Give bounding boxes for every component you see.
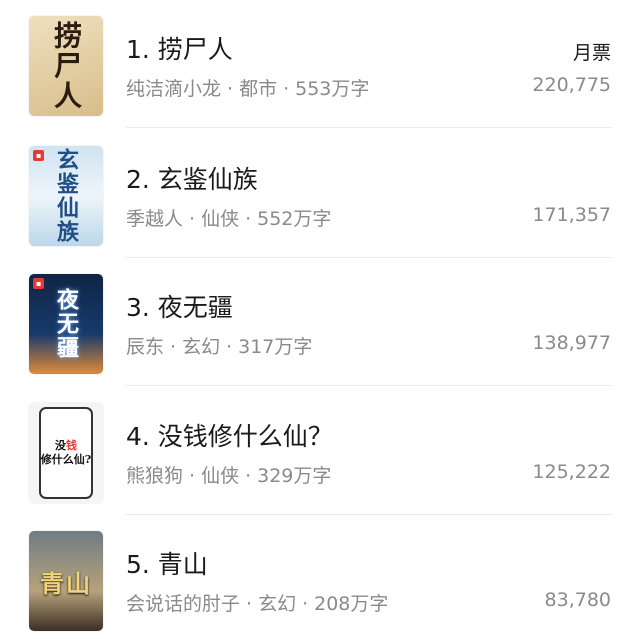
- monthly-ticket-column-label: 月票: [572, 42, 611, 64]
- cover-title-part: 钱: [65, 439, 77, 452]
- cover-badge: ▪: [33, 150, 45, 161]
- list-item[interactable]: ▪ 夜无疆 3. 夜无疆 辰东 · 玄幻 · 317万字 138,977: [0, 258, 640, 386]
- author-name: 辰东: [126, 336, 165, 358]
- separator: ·: [189, 208, 196, 230]
- book-cover[interactable]: ▪ 玄鉴仙族: [29, 146, 103, 246]
- word-count: 552万字: [257, 208, 332, 230]
- word-count: 553万字: [295, 78, 370, 100]
- cover-badge: ▪: [33, 278, 45, 289]
- list-item[interactable]: ▪ 玄鉴仙族 2. 玄鉴仙族 季越人 · 仙侠 · 552万字 171,357: [0, 130, 640, 258]
- genre: 玄幻: [258, 593, 297, 615]
- genre: 玄幻: [182, 336, 221, 358]
- book-title[interactable]: 2. 玄鉴仙族: [126, 160, 258, 196]
- separator: ·: [170, 336, 177, 358]
- author-name: 会说话的肘子: [126, 593, 241, 615]
- book-meta: 季越人 · 仙侠 · 552万字: [126, 204, 331, 231]
- cover-title: 捞尸人: [50, 21, 83, 111]
- genre: 都市: [239, 78, 278, 100]
- word-count: 317万字: [238, 336, 313, 358]
- list-item[interactable]: 青山 5. 青山 会说话的肘子 · 玄幻 · 208万字 83,780: [0, 515, 640, 639]
- monthly-ticket-count: 138,977: [532, 332, 611, 354]
- separator: ·: [226, 336, 233, 358]
- word-count: 329万字: [257, 465, 332, 487]
- divider: [126, 385, 612, 386]
- divider: [126, 127, 612, 128]
- cover-title-part: 修什么仙?: [40, 453, 92, 466]
- book-meta: 会说话的肘子 · 玄幻 · 208万字: [126, 589, 388, 616]
- list-item[interactable]: 捞尸人 1. 捞尸人 月票 纯洁滴小龙 · 都市 · 553万字 220,775: [0, 0, 640, 128]
- book-title[interactable]: 3. 夜无疆: [126, 288, 233, 324]
- book-cover[interactable]: 青山: [29, 531, 103, 631]
- monthly-ticket-ranking-list: 捞尸人 1. 捞尸人 月票 纯洁滴小龙 · 都市 · 553万字 220,775 ▪ 玄…: [0, 0, 640, 639]
- book-cover[interactable]: 捞尸人: [29, 16, 103, 116]
- book-title[interactable]: 4. 没钱修什么仙？: [126, 417, 333, 453]
- book-meta: 辰东 · 玄幻 · 317万字: [126, 332, 312, 359]
- cover-title: 没钱 修什么仙?: [41, 439, 91, 467]
- book-cover[interactable]: ▪ 夜无疆: [29, 274, 103, 374]
- author-name: 熊狼狗: [126, 465, 184, 487]
- book-title[interactable]: 1. 捞尸人: [126, 30, 233, 66]
- author-name: 季越人: [126, 208, 184, 230]
- cover-title-part: 没: [54, 439, 66, 452]
- cover-title: 玄鉴仙族: [53, 148, 79, 244]
- genre: 仙侠: [201, 208, 240, 230]
- separator: ·: [189, 465, 196, 487]
- monthly-ticket-count: 125,222: [532, 461, 611, 483]
- separator: ·: [227, 78, 234, 100]
- cover-title: 夜无疆: [53, 288, 79, 360]
- separator: ·: [246, 593, 253, 615]
- author-name: 纯洁滴小龙: [126, 78, 222, 100]
- separator: ·: [302, 593, 309, 615]
- book-meta: 纯洁滴小龙 · 都市 · 553万字: [126, 74, 369, 101]
- cover-title: 青山: [40, 568, 92, 598]
- separator: ·: [283, 78, 290, 100]
- word-count: 208万字: [314, 593, 389, 615]
- genre: 仙侠: [201, 465, 240, 487]
- separator: ·: [245, 465, 252, 487]
- monthly-ticket-count: 220,775: [532, 74, 611, 96]
- book-cover[interactable]: 没钱 修什么仙?: [29, 403, 103, 503]
- list-item[interactable]: 没钱 修什么仙? 4. 没钱修什么仙？ 熊狼狗 · 仙侠 · 329万字 125,222: [0, 387, 640, 515]
- book-title[interactable]: 5. 青山: [126, 545, 208, 581]
- monthly-ticket-count: 171,357: [532, 204, 611, 226]
- separator: ·: [245, 208, 252, 230]
- book-meta: 熊狼狗 · 仙侠 · 329万字: [126, 461, 331, 488]
- monthly-ticket-count: 83,780: [544, 589, 611, 611]
